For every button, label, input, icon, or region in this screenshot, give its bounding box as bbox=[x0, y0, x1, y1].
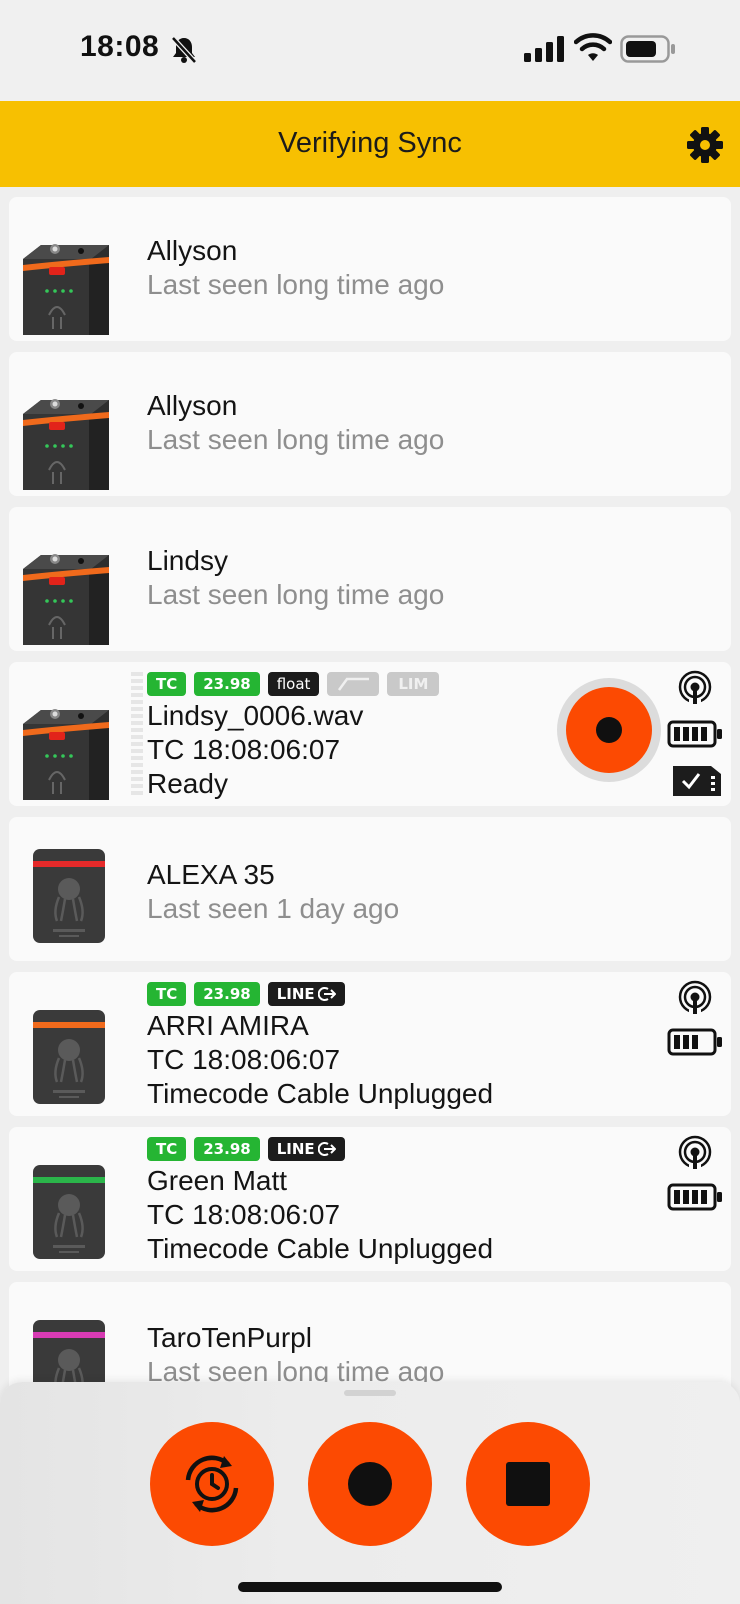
device-card[interactable]: Lindsy Last seen long time ago bbox=[9, 507, 731, 651]
record-icon bbox=[596, 717, 622, 743]
stop-icon bbox=[506, 1462, 550, 1506]
device-card[interactable]: TC 23.98 LINE ARRI AMIRA TC 18:08:06:07 … bbox=[9, 972, 731, 1116]
device-state: Timecode Cable Unplugged bbox=[147, 1078, 494, 1109]
record-button-face bbox=[566, 687, 652, 773]
timecode-readout: TC 18:08:06:07 bbox=[147, 734, 341, 765]
line-out-badge: LINE bbox=[267, 982, 345, 1006]
device-card-active[interactable]: TC 23.98 float LIM Lindsy_0006.wav TC 18… bbox=[9, 662, 731, 806]
sync-e-device-icon bbox=[33, 1010, 105, 1104]
device-card[interactable]: TC 23.98 LINE Green Matt TC 18:08:06:07 … bbox=[9, 1127, 731, 1271]
recording-filename: Lindsy_0006.wav bbox=[147, 700, 364, 731]
wifi-icon bbox=[574, 33, 612, 61]
device-record-button[interactable] bbox=[557, 678, 661, 782]
broadcast-icon bbox=[678, 1135, 712, 1171]
page-title: Verifying Sync bbox=[278, 127, 462, 159]
status-bar: 18:08 bbox=[0, 0, 740, 101]
track-e-device-icon bbox=[23, 709, 109, 800]
app-screen: 18:08 Verifying Sync Allyson Last seen l… bbox=[0, 0, 740, 1604]
tc-badge: TC bbox=[147, 672, 187, 696]
stop-all-button[interactable] bbox=[466, 1422, 590, 1546]
low-cut-badge bbox=[327, 672, 380, 696]
battery-full-icon bbox=[667, 1183, 722, 1211]
app-header: Verifying Sync bbox=[0, 101, 740, 187]
framerate-badge: 23.98 bbox=[194, 982, 260, 1006]
device-card[interactable]: Allyson Last seen long time ago bbox=[9, 197, 731, 341]
limiter-badge: LIM bbox=[387, 672, 440, 696]
output-arrow-icon bbox=[317, 1142, 336, 1156]
device-state: Ready bbox=[147, 768, 228, 799]
device-state: Timecode Cable Unplugged bbox=[147, 1233, 494, 1264]
device-status: Last seen long time ago bbox=[147, 579, 445, 610]
sync-e-device-icon bbox=[33, 849, 105, 943]
track-e-device-icon bbox=[23, 554, 109, 645]
device-status: Last seen long time ago bbox=[147, 269, 445, 300]
sync-clock-icon bbox=[185, 1455, 239, 1513]
battery-full-icon bbox=[667, 720, 722, 748]
timecode-readout: TC 18:08:06:07 bbox=[147, 1044, 341, 1075]
status-time: 18:08 bbox=[80, 30, 160, 63]
bell-muted-icon bbox=[171, 36, 197, 64]
device-card[interactable]: Allyson Last seen long time ago bbox=[9, 352, 731, 496]
device-name: Green Matt bbox=[147, 1165, 288, 1196]
tc-badge: TC bbox=[147, 982, 187, 1006]
bottom-control-sheet bbox=[0, 1382, 740, 1604]
broadcast-icon bbox=[678, 670, 712, 706]
device-list[interactable]: Allyson Last seen long time ago Allyson … bbox=[0, 187, 740, 1426]
record-icon bbox=[348, 1462, 392, 1506]
device-name: TaroTenPurpl bbox=[147, 1322, 312, 1353]
timecode-readout: TC 18:08:06:07 bbox=[147, 1199, 341, 1230]
line-out-label: LINE bbox=[276, 1140, 315, 1158]
tc-badge: TC bbox=[147, 1137, 187, 1161]
line-out-badge: LINE bbox=[267, 1137, 345, 1161]
framerate-badge: 23.98 bbox=[194, 672, 260, 696]
device-name: Allyson bbox=[147, 390, 238, 421]
device-name: Allyson bbox=[147, 235, 238, 266]
badge-row: TC 23.98 float LIM bbox=[147, 672, 440, 698]
gear-icon[interactable] bbox=[686, 126, 724, 164]
sheet-grabber[interactable] bbox=[344, 1390, 396, 1396]
framerate-badge: 23.98 bbox=[194, 1137, 260, 1161]
device-name: Lindsy bbox=[147, 545, 228, 576]
badge-row: TC 23.98 LINE bbox=[147, 982, 345, 1008]
track-e-device-icon bbox=[23, 244, 109, 335]
output-arrow-icon bbox=[317, 987, 336, 1001]
audio-level-meter bbox=[131, 672, 143, 797]
line-out-label: LINE bbox=[276, 985, 315, 1003]
battery-icon bbox=[620, 35, 675, 63]
sync-button[interactable] bbox=[150, 1422, 274, 1546]
low-cut-icon bbox=[338, 677, 370, 691]
sd-card-ok-icon bbox=[673, 766, 721, 796]
device-card[interactable]: ALEXA 35 Last seen 1 day ago bbox=[9, 817, 731, 961]
record-all-button[interactable] bbox=[308, 1422, 432, 1546]
device-name: ALEXA 35 bbox=[147, 859, 275, 890]
home-indicator bbox=[238, 1582, 502, 1592]
broadcast-icon bbox=[678, 980, 712, 1016]
sync-e-device-icon bbox=[33, 1165, 105, 1259]
battery-high-icon bbox=[667, 1028, 722, 1056]
track-e-device-icon bbox=[23, 399, 109, 490]
device-name: ARRI AMIRA bbox=[147, 1010, 309, 1041]
badge-row: TC 23.98 LINE bbox=[147, 1137, 345, 1163]
float-badge: float bbox=[267, 672, 320, 696]
cellular-signal-icon bbox=[524, 36, 564, 62]
device-status: Last seen 1 day ago bbox=[147, 893, 400, 924]
device-status: Last seen long time ago bbox=[147, 424, 445, 455]
